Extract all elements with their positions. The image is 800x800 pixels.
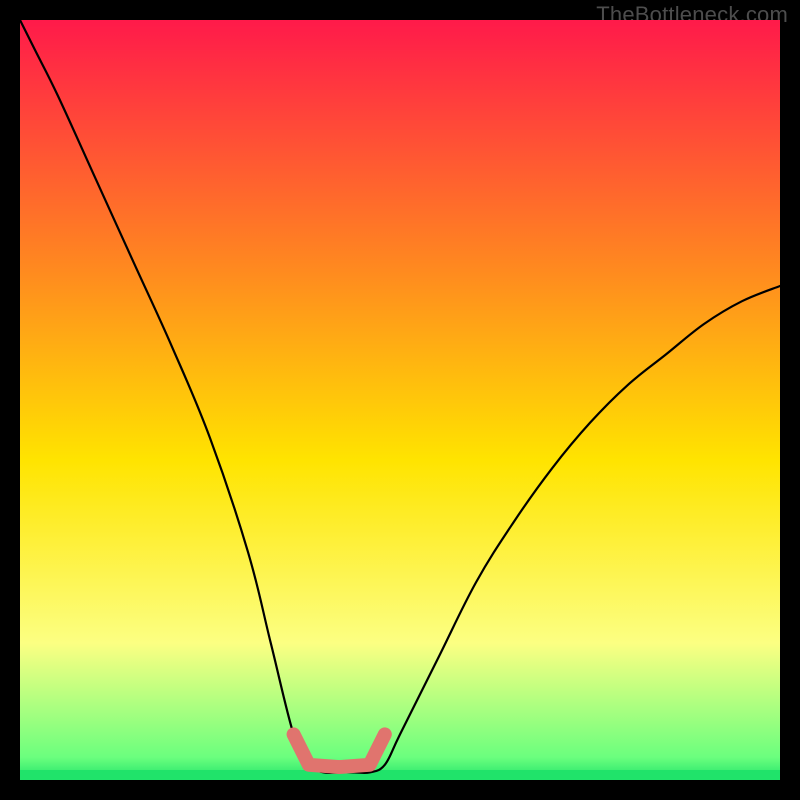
plot-area <box>20 20 780 780</box>
chart-svg <box>20 20 780 780</box>
gradient-background <box>20 20 780 780</box>
green-bottom-strip <box>20 770 780 780</box>
outer-frame: TheBottleneck.com <box>0 0 800 800</box>
